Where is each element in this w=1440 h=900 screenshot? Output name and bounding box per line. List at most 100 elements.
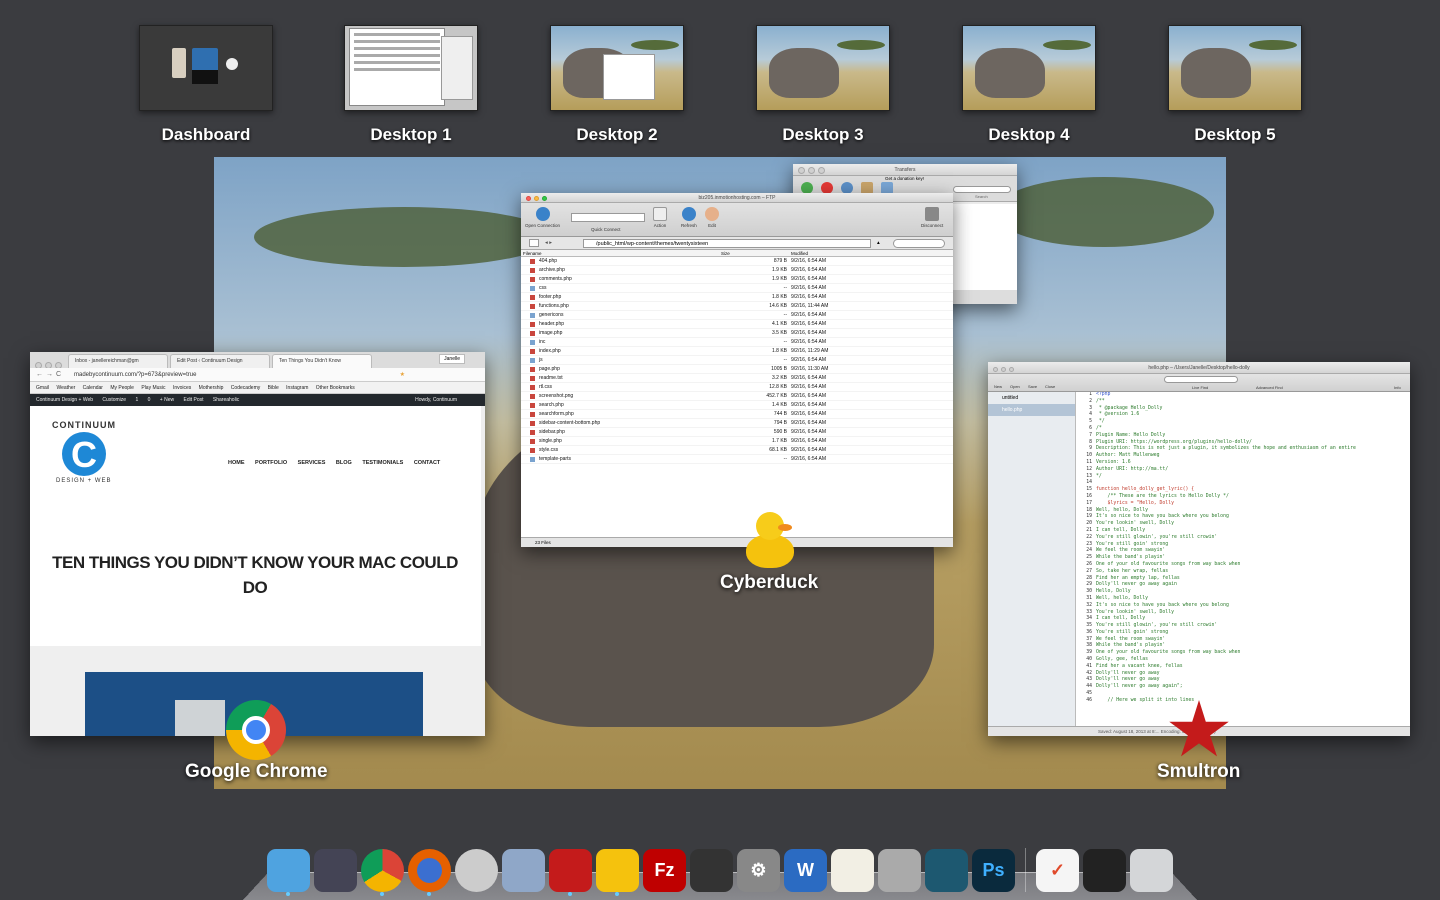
toolbar-save[interactable]: Save xyxy=(1028,384,1037,389)
nav-link[interactable]: TESTIMONIALS xyxy=(362,460,403,466)
firefox-icon[interactable] xyxy=(408,849,451,896)
col-modified[interactable]: Modified xyxy=(791,250,808,257)
textedit-icon[interactable] xyxy=(831,849,874,892)
address-bar[interactable]: ←→C madebycontinuum.com/?p=673&preview=t… xyxy=(30,368,485,382)
toolbar-close[interactable]: Close xyxy=(1045,384,1055,389)
file-row[interactable]: css -- 9/2/16, 6:54 AM xyxy=(521,283,953,294)
edit-button[interactable]: Edit xyxy=(705,207,719,228)
bookmark-item[interactable]: Play Music xyxy=(141,385,165,391)
code-editor[interactable]: 1 <?php 2/** 3 * @package Hello_Dolly 4 * @v… xyxy=(1076,392,1406,726)
wp-item[interactable]: 0 xyxy=(148,397,151,403)
bookmark-star-icon[interactable]: ★ xyxy=(400,368,405,382)
chrome-icon[interactable] xyxy=(361,849,404,896)
activity-monitor-icon[interactable] xyxy=(1083,849,1126,892)
wp-item[interactable]: 1 xyxy=(135,397,138,403)
page-scrollbar[interactable] xyxy=(481,406,485,736)
tab-edit-post[interactable]: Edit Post ‹ Continuum Design xyxy=(170,354,270,368)
nav-link[interactable]: SERVICES xyxy=(298,460,326,466)
file-row[interactable]: template-parts -- 9/2/16, 6:54 AM xyxy=(521,454,953,465)
bookmark-item[interactable]: Instagram xyxy=(286,385,308,391)
dashboard-thumbnail[interactable] xyxy=(139,25,273,111)
document-item-untitled[interactable]: untitled xyxy=(988,392,1075,404)
file-row[interactable]: style.css 68.1 KB 9/2/16, 6:54 AM xyxy=(521,445,953,456)
file-row[interactable]: search.php 1.4 KB 9/2/16, 6:54 AM xyxy=(521,400,953,411)
file-row[interactable]: sidebar.php 590 B 9/2/16, 6:54 AM xyxy=(521,427,953,438)
desktop-3-thumbnail[interactable] xyxy=(756,25,890,111)
file-row[interactable]: archive.php 1.9 KB 9/2/16, 6:54 AM xyxy=(521,265,953,276)
bookmark-item[interactable]: Calendar xyxy=(83,385,103,391)
file-row[interactable]: comments.php 1.9 KB 9/2/16, 6:54 AM xyxy=(521,274,953,285)
space-desktop-4[interactable]: Desktop 4 xyxy=(962,25,1096,145)
wp-item[interactable]: Continuum Design + Web xyxy=(36,397,93,403)
navigation-arrows-icon[interactable]: ←→C xyxy=(36,368,64,382)
smultron-titlebar[interactable]: hello.php – /Users/Janelle/Desktop/hello… xyxy=(988,362,1410,374)
nav-link[interactable]: PORTFOLIO xyxy=(255,460,287,466)
disconnect-button[interactable]: Disconnect xyxy=(921,207,943,228)
chrome-window[interactable]: Inbox - janellereichman@gm Edit Post ‹ C… xyxy=(30,352,485,736)
col-filename[interactable]: Filename xyxy=(523,250,542,257)
file-row[interactable]: footer.php 1.8 KB 9/2/16, 6:54 AM xyxy=(521,292,953,303)
file-row[interactable]: sidebar-content-bottom.php 794 B 9/2/16, 6… xyxy=(521,418,953,429)
file-row[interactable]: readme.txt 3.2 KB 9/2/16, 6:54 AM xyxy=(521,373,953,384)
document-item-hello[interactable]: hello.php xyxy=(988,404,1075,416)
contacts-icon[interactable] xyxy=(455,849,498,892)
bookmark-item[interactable]: Other Bookmarks xyxy=(316,385,355,391)
back-forward-icon[interactable]: ◂ ▸ xyxy=(545,237,552,250)
wp-howdy[interactable]: Howdy, Continuum xyxy=(415,394,457,406)
bookmark-item[interactable]: Mothership xyxy=(199,385,224,391)
calculator-icon[interactable] xyxy=(878,849,921,892)
smultron-window[interactable]: hello.php – /Users/Janelle/Desktop/hello… xyxy=(988,362,1410,736)
desktop-2-thumbnail[interactable] xyxy=(550,25,684,111)
file-row[interactable]: functions.php 14.6 KB 9/2/16, 11:44 AM xyxy=(521,301,953,312)
wp-item[interactable]: Customize xyxy=(102,397,126,403)
chrome-app-icon[interactable] xyxy=(226,700,286,760)
space-desktop-3[interactable]: Desktop 3 xyxy=(756,25,890,145)
toolbar-new[interactable]: New xyxy=(994,384,1002,389)
donation-link[interactable]: Get a donation key! xyxy=(885,176,924,181)
profile-button[interactable]: Janelle xyxy=(439,354,465,364)
space-desktop-2[interactable]: Desktop 2 xyxy=(550,25,684,145)
system-preferences-icon[interactable]: ⚙ xyxy=(737,849,780,892)
action-button[interactable]: Action xyxy=(653,207,667,228)
tab-article[interactable]: Ten Things You Didn't Know xyxy=(272,354,372,368)
cyberduck-browser-window[interactable]: biz205.inmotionhosting.com – FTP Open Co… xyxy=(521,193,953,547)
space-desktop-1[interactable]: Desktop 1 xyxy=(344,25,478,145)
preview-icon[interactable] xyxy=(502,849,545,892)
cyberduck-app-icon[interactable] xyxy=(744,508,796,570)
wp-item[interactable]: Edit Post xyxy=(183,397,203,403)
quick-connect-field[interactable] xyxy=(571,213,645,222)
bookmark-item[interactable]: Codecademy xyxy=(231,385,260,391)
bookmark-item[interactable]: My People xyxy=(110,385,134,391)
word-icon[interactable]: W xyxy=(784,849,827,892)
file-row[interactable]: page.php 1005 B 9/2/16, 11:30 AM xyxy=(521,364,953,375)
desktop-5-thumbnail[interactable] xyxy=(1168,25,1302,111)
bookmarks-toggle-icon[interactable] xyxy=(529,239,539,247)
nav-link[interactable]: CONTACT xyxy=(414,460,440,466)
finder-icon[interactable] xyxy=(267,849,310,896)
file-row[interactable]: searchform.php 744 B 9/2/16, 6:54 AM xyxy=(521,409,953,420)
space-dashboard[interactable]: Dashboard xyxy=(139,25,273,145)
ftp-search-input[interactable] xyxy=(893,239,945,248)
live-find-input[interactable] xyxy=(1164,376,1238,383)
cyberduck-icon[interactable] xyxy=(596,849,639,896)
wp-item[interactable]: Shareaholic xyxy=(213,397,239,403)
upload-icon[interactable]: ▴ xyxy=(877,237,880,250)
nav-link[interactable]: BLOG xyxy=(336,460,352,466)
smultron-icon[interactable] xyxy=(549,849,592,896)
desktop-1-thumbnail[interactable] xyxy=(344,25,478,111)
col-size[interactable]: Size xyxy=(721,250,730,257)
toolbar-open[interactable]: Open xyxy=(1010,384,1020,389)
transfers-search-input[interactable] xyxy=(953,186,1011,193)
bookmark-item[interactable]: Invoices xyxy=(173,385,191,391)
space-desktop-5[interactable]: Desktop 5 xyxy=(1168,25,1302,145)
open-connection-button[interactable]: Open Connection xyxy=(525,207,560,228)
file-row[interactable]: screenshot.png 452.7 KB 9/2/16, 6:54 AM xyxy=(521,391,953,402)
ftp-titlebar[interactable]: biz205.inmotionhosting.com – FTP xyxy=(521,193,953,203)
info-button[interactable]: Info xyxy=(1394,385,1401,390)
file-row[interactable]: image.php 3.5 KB 9/2/16, 6:54 AM xyxy=(521,328,953,339)
advanced-find-button[interactable]: Advanced Find xyxy=(1256,385,1283,390)
bookmark-item[interactable]: Bible xyxy=(268,385,279,391)
file-row[interactable]: 404.php 879 B 9/2/16, 6:54 AM xyxy=(521,257,953,267)
url-text[interactable]: madebycontinuum.com/?p=673&preview=true xyxy=(74,372,196,378)
file-row[interactable]: js -- 9/2/16, 6:54 AM xyxy=(521,355,953,366)
